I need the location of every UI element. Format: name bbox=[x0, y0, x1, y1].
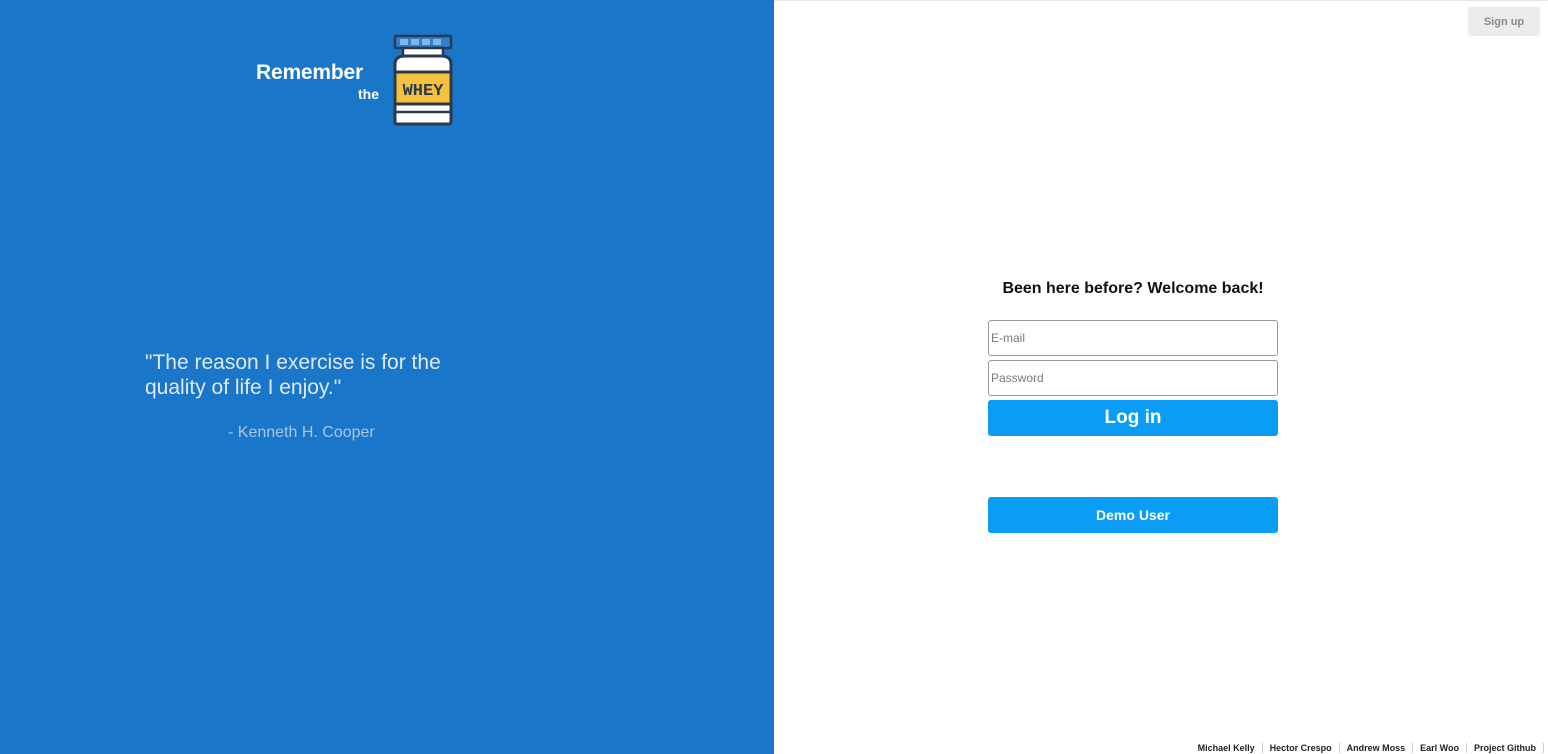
jar-label-text: WHEY bbox=[403, 82, 445, 101]
signup-button[interactable]: Sign up bbox=[1468, 7, 1540, 36]
brand-panel: Remember the WHEY "The reason I exercise… bbox=[0, 0, 774, 754]
login-page: Remember the WHEY "The reason I exercise… bbox=[0, 0, 1548, 754]
footer-link-andrew-moss[interactable]: Andrew Moss bbox=[1340, 743, 1414, 753]
footer-link-earl-woo[interactable]: Earl Woo bbox=[1413, 743, 1467, 753]
email-field[interactable] bbox=[988, 320, 1278, 356]
logo-word-remember: Remember bbox=[256, 61, 363, 84]
password-field[interactable] bbox=[988, 360, 1278, 396]
auth-panel: Sign up Been here before? Welcome back! … bbox=[774, 0, 1548, 754]
footer-credits: Michael Kelly Hector Crespo Andrew Moss … bbox=[1191, 742, 1544, 754]
quote-text: "The reason I exercise is for the qualit… bbox=[145, 351, 441, 399]
logo-word-the: the bbox=[358, 86, 379, 102]
login-button[interactable]: Log in bbox=[988, 400, 1278, 436]
footer-link-project-github[interactable]: Project Github bbox=[1467, 743, 1544, 753]
footer-link-michael-kelly[interactable]: Michael Kelly bbox=[1191, 743, 1263, 753]
app-logo: Remember the WHEY bbox=[256, 34, 466, 126]
login-heading: Been here before? Welcome back! bbox=[1002, 280, 1264, 297]
quote-author: - Kenneth H. Cooper bbox=[228, 424, 375, 441]
protein-jar-icon: WHEY bbox=[393, 34, 453, 126]
footer-link-hector-crespo[interactable]: Hector Crespo bbox=[1263, 743, 1340, 753]
login-form: Been here before? Welcome back! Log in bbox=[988, 278, 1278, 436]
demo-user-button[interactable]: Demo User bbox=[988, 497, 1278, 533]
motivational-quote: "The reason I exercise is for the qualit… bbox=[145, 350, 475, 441]
